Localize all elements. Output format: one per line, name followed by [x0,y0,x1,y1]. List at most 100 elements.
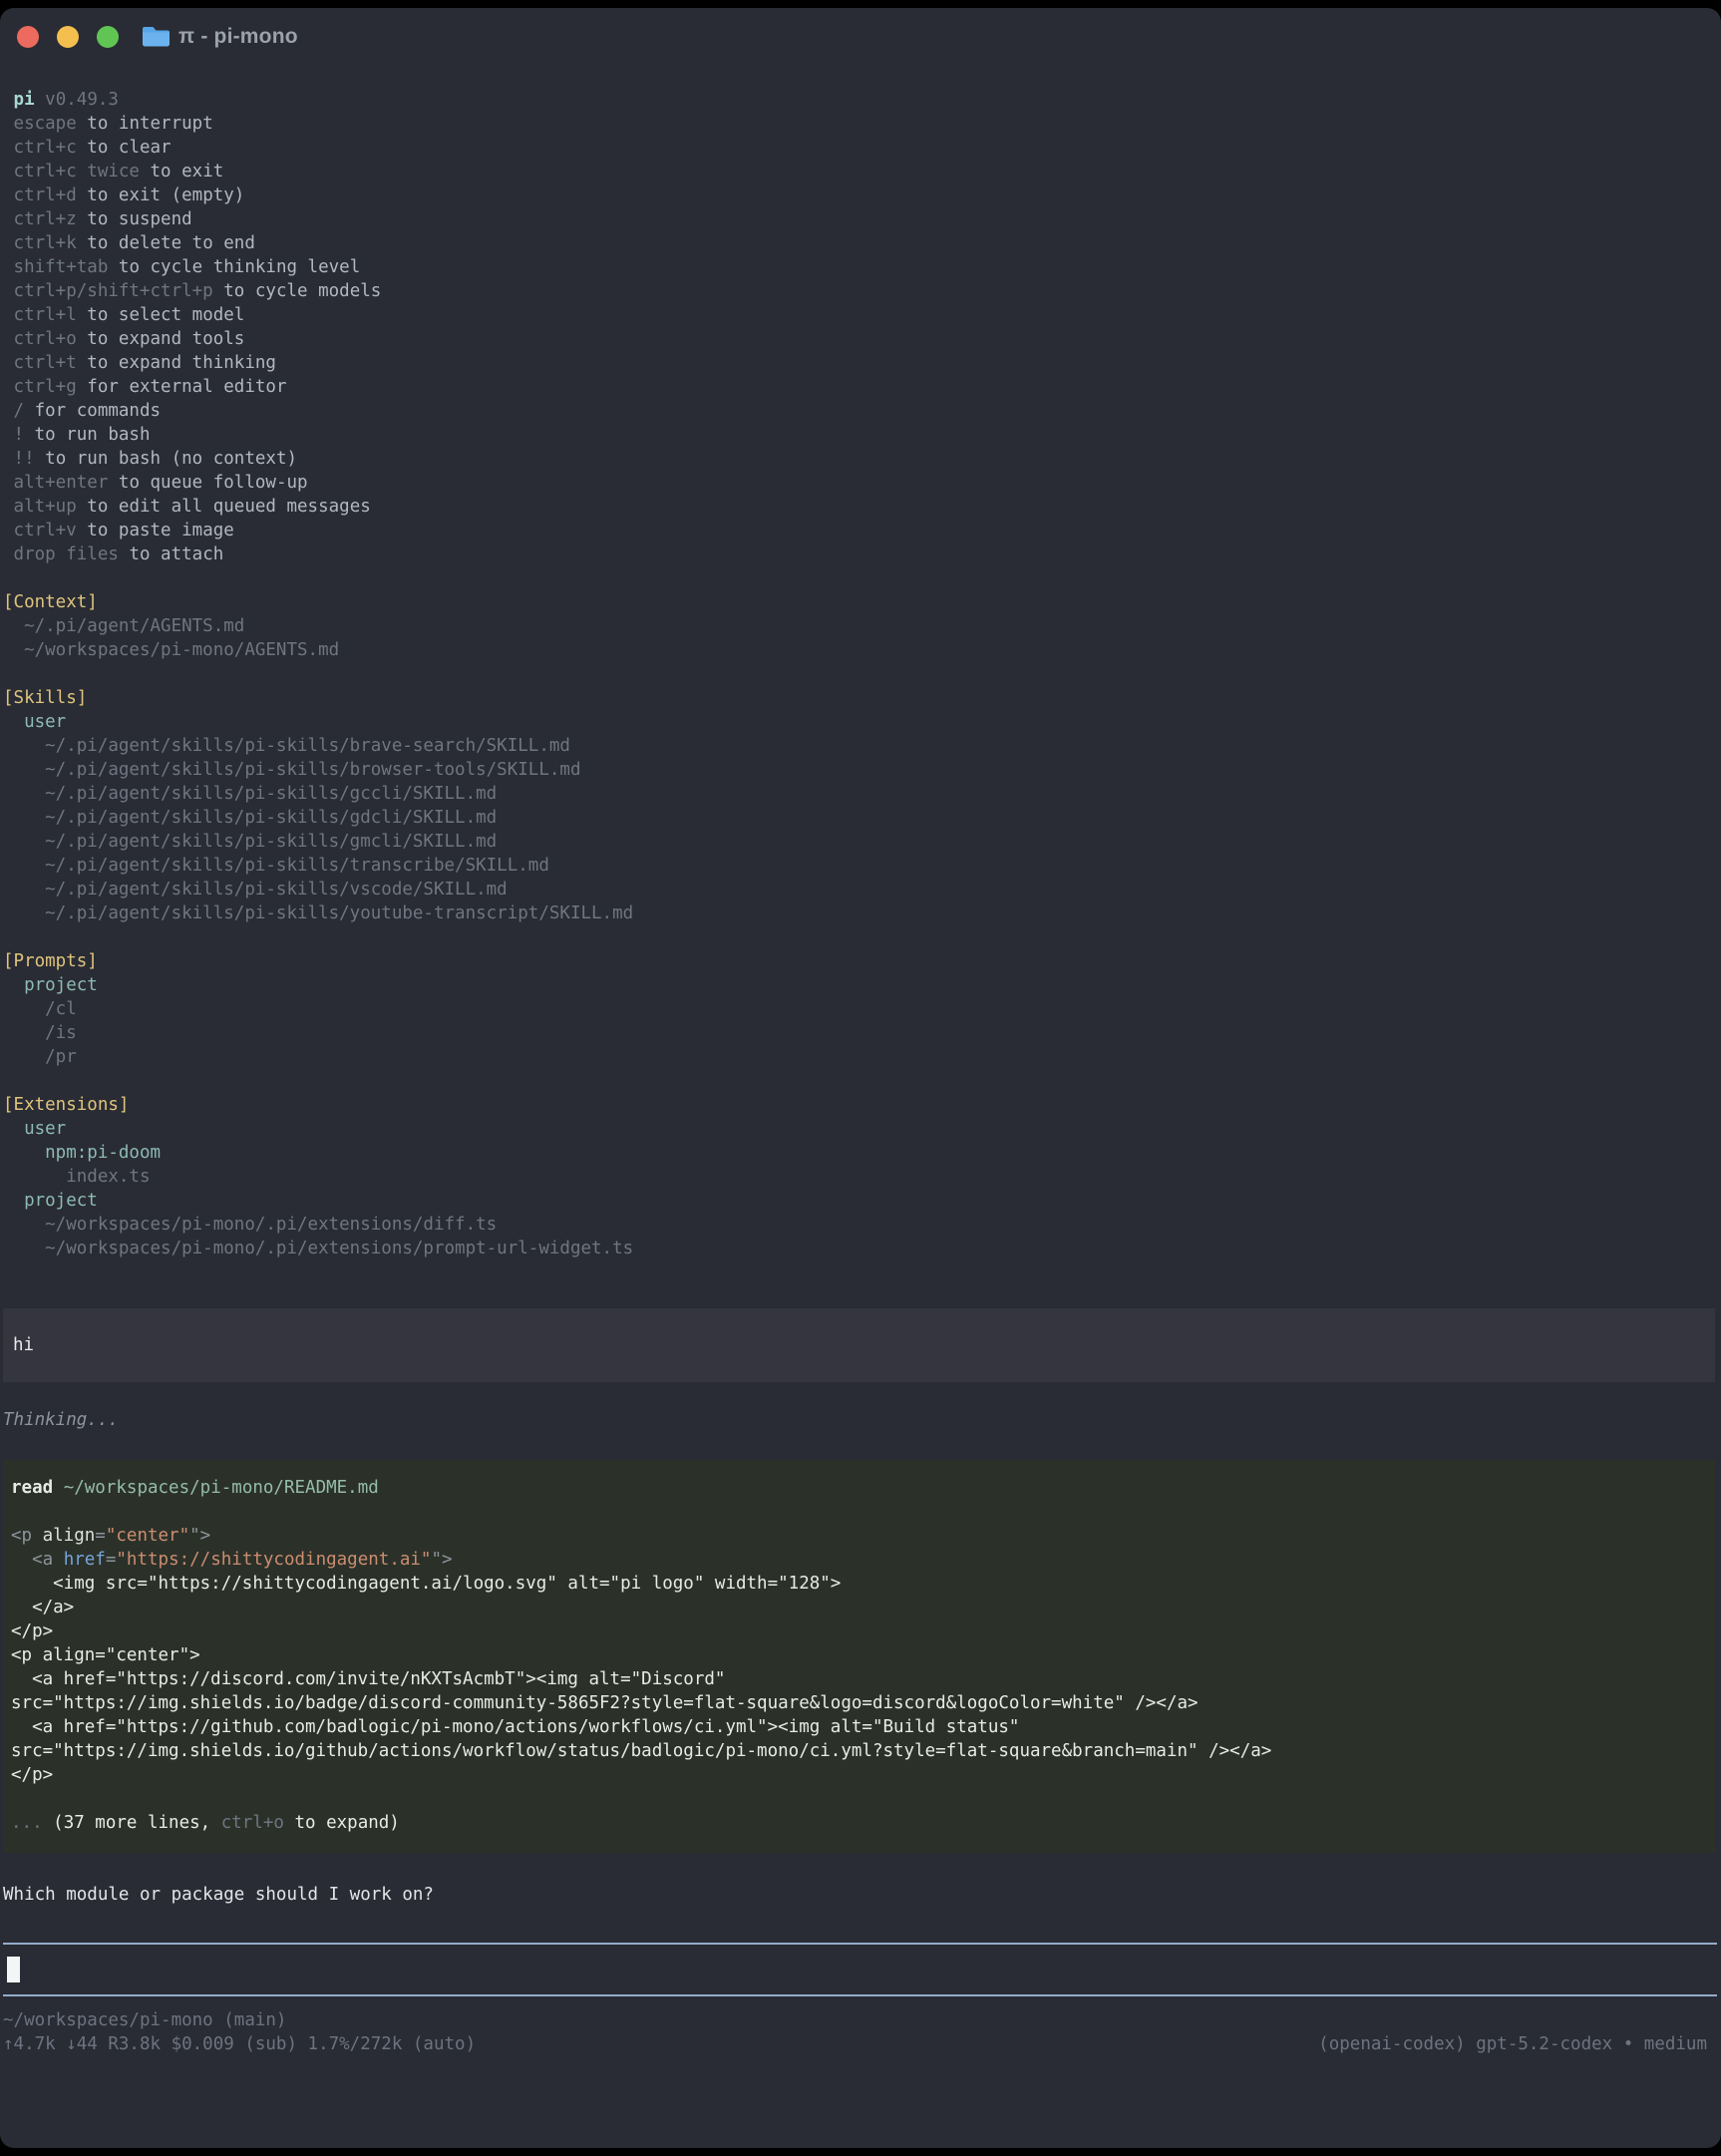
text-cursor [7,1957,20,1982]
section-row: ~/.pi/agent/AGENTS.md [3,614,1721,638]
usage-status-row: ↑4.7k ↓44 R3.8k $0.009 (sub) 1.7%/272k (… [3,2032,1721,2056]
section-row-text: npm:pi-doom [3,1143,161,1163]
shortcut-keys: ctrl+d [3,185,87,205]
zoom-button[interactable] [97,26,119,48]
code-line: <a href="https://github.com/badlogic/pi-… [11,1715,1715,1739]
tool-call-header: read ~/workspaces/pi-mono/README.md [11,1476,1715,1500]
title-group: π - pi-mono [143,24,298,51]
shortcut-desc: to clear [87,138,171,158]
shortcut-desc: to cycle models [223,281,381,301]
code-segment: </p> [11,1621,53,1641]
shortcut-line: / for commands [3,399,1721,423]
tool-arg-path: ~/workspaces/pi-mono/README.md [64,1478,379,1498]
shortcut-desc: to expand thinking [87,353,276,373]
shortcut-keys: ctrl+t [3,353,87,373]
code-segment: <img src="https://shittycodingagent.ai/l… [11,1574,841,1594]
shortcut-list: escape to interrupt ctrl+c to clear ctrl… [3,112,1721,566]
section-row: user [3,1117,1721,1141]
code-segment: = [95,1526,106,1546]
shortcut-line: drop files to attach [3,542,1721,566]
section-row: ~/workspaces/pi-mono/.pi/extensions/prom… [3,1237,1721,1260]
section-row: project [3,1189,1721,1213]
code-segment: <p [11,1526,43,1546]
section-title: [Context] [3,590,1721,614]
shortcut-desc: to queue follow-up [119,473,308,493]
section-row-text: ~/.pi/agent/skills/pi-skills/brave-searc… [3,736,570,756]
shortcut-keys: !! [3,449,45,469]
section-row: ~/.pi/agent/skills/pi-skills/gccli/SKILL… [3,782,1721,806]
user-message: hi [3,1308,1715,1382]
sections-block: [Context] ~/.pi/agent/AGENTS.md ~/worksp… [3,590,1721,1260]
truncation-note: ... (37 more lines, ctrl+o to expand) [11,1811,1715,1835]
code-segment: <a [11,1550,64,1570]
code-line: <p align="center"> [11,1643,1715,1667]
terminal-scrollback[interactable]: pi v0.49.3 escape to interrupt ctrl+c to… [0,66,1721,2056]
section-title-text: [Skills] [3,688,87,708]
shortcut-desc: to edit all queued messages [87,497,370,517]
prompt-input[interactable] [3,1943,1717,1996]
code-segment: "> [431,1550,452,1570]
section-context: [Context] ~/.pi/agent/AGENTS.md ~/worksp… [3,590,1721,662]
tool-name: read [11,1478,53,1498]
shortcut-keys: ctrl+g [3,377,87,397]
shortcut-line: ctrl+d to exit (empty) [3,183,1721,207]
shortcut-keys: ctrl+c [3,138,87,158]
code-segment: = [106,1550,117,1570]
window-title: π - pi-mono [178,25,298,49]
shortcut-desc: to expand tools [87,329,244,349]
shortcut-desc: for external editor [87,377,286,397]
shortcut-keys: ctrl+z [3,209,87,229]
shortcut-line: ctrl+z to suspend [3,207,1721,231]
assistant-message: Which module or package should I work on… [3,1883,1721,1907]
code-segment: href [64,1550,106,1570]
shortcut-desc: to exit [151,162,224,181]
section-row: ~/.pi/agent/skills/pi-skills/youtube-tra… [3,901,1721,925]
shortcut-keys: ctrl+p/shift+ctrl+p [3,281,223,301]
minimize-button[interactable] [57,26,79,48]
shortcut-line: shift+tab to cycle thinking level [3,255,1721,279]
traffic-lights [17,26,119,48]
section-row: index.ts [3,1165,1721,1189]
shortcut-desc: to cycle thinking level [119,257,360,277]
shortcut-keys: ctrl+l [3,305,87,325]
section-row: ~/.pi/agent/skills/pi-skills/brave-searc… [3,734,1721,758]
token-usage: ↑4.7k ↓44 R3.8k $0.009 (sub) 1.7%/272k (… [3,2032,476,2056]
section-row-text: project [3,975,98,995]
section-row: ~/workspaces/pi-mono/.pi/extensions/diff… [3,1213,1721,1237]
section-row: npm:pi-doom [3,1141,1721,1165]
section-row: project [3,973,1721,997]
shortcut-keys: ctrl+o [3,329,87,349]
shortcut-line: alt+enter to queue follow-up [3,471,1721,495]
section-row-text: ~/.pi/agent/skills/pi-skills/gmcli/SKILL… [3,832,497,852]
code-line: src="https://img.shields.io/github/actio… [11,1739,1715,1763]
truncation-segment: (37 more lines, [53,1813,221,1833]
section-title-text: [Prompts] [3,951,98,971]
code-segment: </a> [11,1598,74,1617]
truncation-segment: ... [11,1813,53,1833]
section-row-text: ~/.pi/agent/skills/pi-skills/gdcli/SKILL… [3,808,497,828]
code-segment: </p> [11,1765,53,1785]
section-row: /cl [3,997,1721,1021]
section-row: ~/workspaces/pi-mono/AGENTS.md [3,638,1721,662]
section-row-text: ~/.pi/agent/skills/pi-skills/gccli/SKILL… [3,784,497,804]
section-row-text: ~/workspaces/pi-mono/.pi/extensions/prom… [3,1239,633,1258]
section-title-text: [Extensions] [3,1095,129,1115]
shortcut-desc: to select model [87,305,244,325]
section-row-text: user [3,1119,66,1139]
shortcut-desc: for commands [35,401,161,421]
tool-output-block: read ~/workspaces/pi-mono/README.md <p a… [3,1460,1715,1853]
section-row: ~/.pi/agent/skills/pi-skills/gmcli/SKILL… [3,830,1721,854]
shortcut-line: ! to run bash [3,423,1721,447]
section-extensions: [Extensions] user npm:pi-doom index.ts p… [3,1093,1721,1260]
section-row: ~/.pi/agent/skills/pi-skills/gdcli/SKILL… [3,806,1721,830]
shortcut-line: ctrl+v to paste image [3,519,1721,542]
titlebar[interactable]: π - pi-mono [0,8,1721,66]
terminal-window: π - pi-mono pi v0.49.3 escape to interru… [0,8,1721,2148]
section-row-text: ~/.pi/agent/skills/pi-skills/browser-too… [3,760,580,780]
shortcut-desc: to paste image [87,521,234,540]
code-segment: <a href="https://github.com/badlogic/pi-… [11,1717,1019,1737]
shortcut-keys: ctrl+k [3,233,87,253]
user-message-text: hi [13,1333,1715,1357]
code-segment: src="https://img.shields.io/github/actio… [11,1741,1271,1761]
close-button[interactable] [17,26,39,48]
